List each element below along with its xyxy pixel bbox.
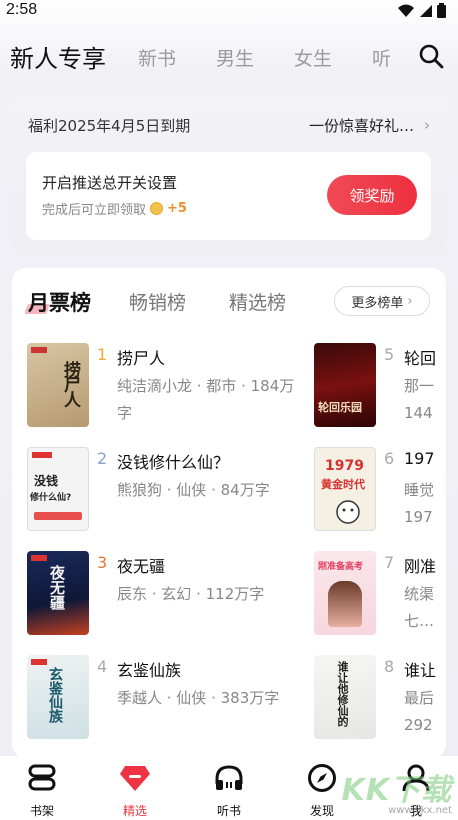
book-meta: 辰东 · 玄幻 · 112万字 (117, 585, 265, 603)
headphones-icon (215, 765, 243, 790)
tab-male[interactable]: 男生 (216, 44, 254, 71)
cover-title: 谁让他修仙的 (336, 661, 349, 727)
claim-reward-button[interactable]: 领奖励 (327, 175, 417, 215)
book-item[interactable]: 刚准备高考 7 刚准 统渠 七… (314, 551, 446, 641)
book-cover: 谁让他修仙的 (314, 655, 376, 739)
character-illustration (336, 500, 360, 524)
book-cover: 刚准备高考 (314, 551, 376, 635)
cover-title: 玄鉴仙族 (47, 667, 63, 723)
top-nav: 新人专享 新书 男生 女生 听 (0, 36, 458, 80)
rank-number: 3 (97, 553, 108, 572)
book-meta: 熊狼狗 · 仙侠 · 84万字 (117, 481, 270, 499)
character-illustration (328, 581, 362, 627)
task-title: 开启推送总开关设置 (42, 174, 178, 192)
more-rankings-button[interactable]: 更多榜单 › (334, 286, 430, 316)
book-meta: 季越人 · 仙侠 · 383万字 (117, 689, 280, 707)
cover-title: 刚准备高考 (318, 562, 364, 572)
rank-number: 4 (97, 657, 108, 676)
tab-new-books[interactable]: 新书 (138, 44, 176, 71)
tab-bestseller[interactable]: 畅销榜 (129, 288, 186, 315)
task-reward: +5 (167, 201, 187, 216)
bookshelf-icon (28, 764, 56, 791)
book-meta: 最后 292 (404, 689, 435, 734)
book-title: 197 (404, 449, 435, 468)
rank-number: 8 (384, 657, 395, 676)
watermark: KK下载 www.kkx.net (342, 765, 453, 816)
compass-icon (308, 764, 336, 792)
book-cover: 捞尸人 (27, 343, 89, 427)
book-title: 刚准 (404, 557, 437, 576)
task-sub-text: 完成后可立即领取 (42, 203, 147, 218)
cover-title: 轮回乐园 (318, 401, 362, 414)
cover-subtitle: 修什么仙? (30, 493, 72, 503)
status-bar: 2:58 (0, 0, 458, 22)
tab-monthly-ticket[interactable]: 月票榜 (28, 287, 91, 317)
book-meta: 那一 144 (404, 377, 435, 422)
tab-listen[interactable]: 听 (372, 44, 391, 71)
book-title: 谁让 (404, 661, 437, 680)
task-subtitle: 完成后可立即领取 +5 (42, 199, 187, 218)
cover-subtitle: 黄金时代 (321, 478, 365, 491)
book-meta: 统渠 七… (404, 585, 435, 630)
rank-number: 7 (384, 553, 395, 572)
book-title: 玄鉴仙族 (117, 661, 182, 680)
cover-title: 夜无疆 (48, 565, 66, 610)
signal-icon (420, 4, 432, 17)
book-cover: 夜无疆 (27, 551, 89, 635)
tab-featured[interactable]: 精选榜 (229, 288, 286, 315)
cover-title: 1979 (325, 458, 364, 474)
book-cover: 轮回乐园 (314, 343, 376, 427)
rank-number: 5 (384, 345, 395, 364)
book-cover: 玄鉴仙族 (27, 655, 89, 739)
cover-title: 没钱 (34, 474, 59, 488)
rank-number: 1 (97, 345, 108, 364)
nav-label: 精选 (122, 804, 147, 818)
tab-newcomer[interactable]: 新人专享 (10, 39, 106, 74)
chevron-right-icon: › (407, 293, 413, 309)
rank-number: 2 (97, 449, 108, 468)
book-meta: 睡觉 197 (404, 481, 435, 526)
ranking-panel: 月票榜 畅销榜 精选榜 更多榜单 › 捞尸人 1 捞尸人 纯洁滴小龙 · 都市 … (12, 268, 446, 758)
tab-female[interactable]: 女生 (294, 44, 332, 71)
search-icon[interactable] (418, 43, 444, 69)
wifi-icon (398, 4, 414, 17)
book-title: 轮回 (404, 349, 437, 368)
battery-icon (437, 3, 446, 18)
nav-label: 书架 (29, 804, 54, 818)
book-cover: 没钱 修什么仙? (27, 447, 89, 531)
book-item[interactable]: 轮回乐园 5 轮回 那一 144 (314, 343, 446, 433)
status-time: 2:58 (6, 1, 38, 18)
book-cover: 1979 黄金时代 (314, 447, 376, 531)
book-title: 没钱修什么仙？ (117, 453, 230, 472)
book-item[interactable]: 谁让他修仙的 8 谁让 最后 292 (314, 655, 446, 745)
nav-featured[interactable]: 精选 (105, 762, 165, 819)
nav-audiobooks[interactable]: 听书 (199, 762, 259, 819)
push-task-card: 开启推送总开关设置 完成后可立即领取 +5 领奖励 (26, 152, 431, 240)
nav-label: 听书 (216, 804, 241, 818)
chevron-right-icon[interactable]: › (424, 116, 430, 134)
book-item[interactable]: 1979 黄金时代 6 197 睡觉 197 (314, 447, 446, 537)
watermark-logo: KK下载 (341, 773, 452, 808)
promo-gift-link[interactable]: 一份惊喜好礼… (309, 115, 414, 136)
status-icons (397, 3, 446, 18)
coin-icon (150, 202, 164, 215)
gem-icon (120, 766, 150, 791)
rank-number: 6 (384, 449, 395, 468)
book-meta: 纯洁滴小龙 · 都市 · 184万字 (117, 377, 295, 422)
book-title: 捞尸人 (117, 349, 166, 368)
promo-deadline: 福利2025年4月5日到期 (28, 117, 191, 135)
promo-panel: 福利2025年4月5日到期 一份惊喜好礼… › 开启推送总开关设置 完成后可立即… (12, 95, 446, 255)
cover-title: 捞尸人 (60, 361, 80, 406)
nav-bookshelf[interactable]: 书架 (12, 762, 72, 819)
more-rankings-label: 更多榜单 (351, 295, 404, 311)
book-title: 夜无疆 (117, 557, 166, 576)
